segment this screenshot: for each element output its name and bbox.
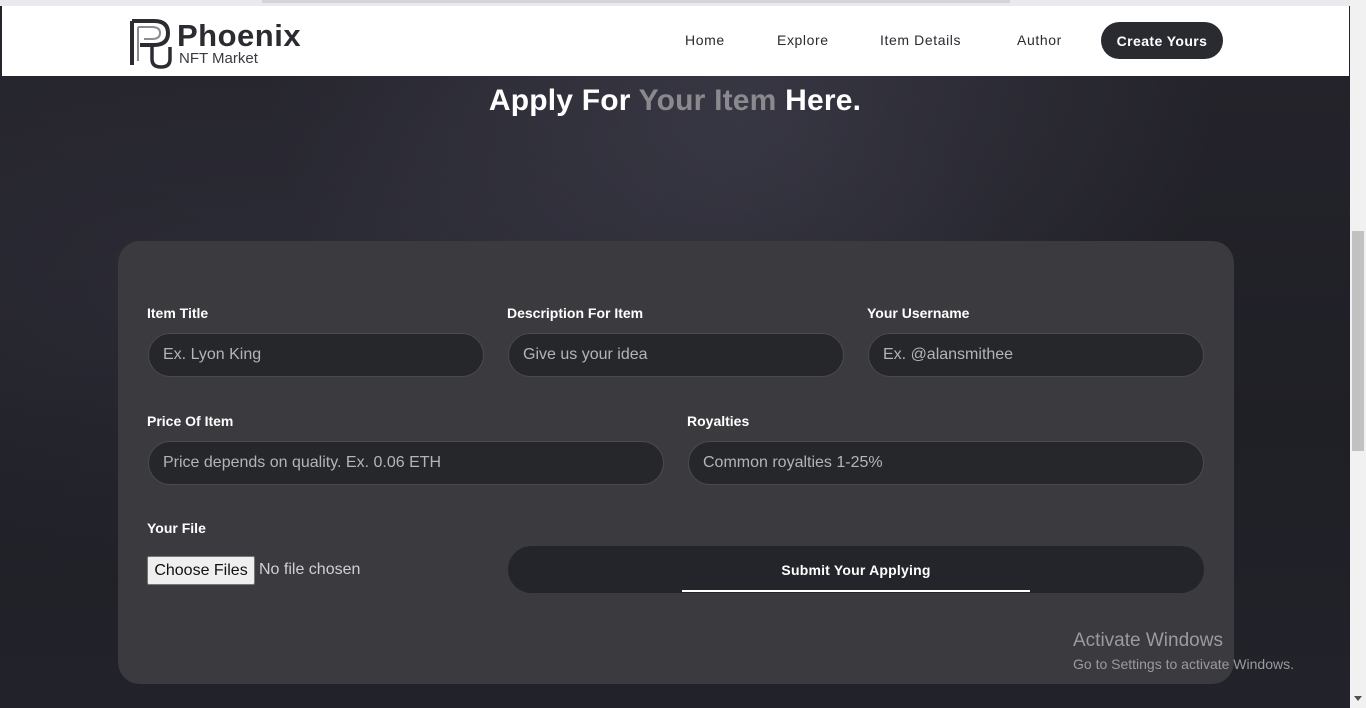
royalties-input[interactable] (688, 441, 1204, 485)
username-input[interactable] (868, 333, 1204, 377)
watermark-line-1: Activate Windows (1073, 630, 1223, 651)
logo-name: Phoenix (177, 18, 302, 53)
description-label: Description For Item (507, 305, 644, 321)
submit-underline (682, 590, 1030, 592)
item-title-input[interactable] (148, 333, 484, 377)
nav-item-details[interactable]: Item Details (880, 32, 961, 48)
nav-author[interactable]: Author (1017, 32, 1062, 48)
vertical-scrollbar[interactable] (1350, 0, 1366, 708)
title-accent: Your Item (638, 84, 777, 117)
file-status: No file chosen (259, 561, 361, 578)
nav-explore[interactable]: Explore (777, 32, 829, 48)
scroll-down-arrow-icon[interactable] (1354, 696, 1362, 701)
page-title: Apply For Your Item Here. (0, 84, 1350, 118)
username-label: Your Username (867, 305, 970, 321)
royalties-label: Royalties (687, 413, 750, 429)
file-label: Your File (147, 520, 206, 536)
site-header: Phoenix NFT Market Home Explore Item Det… (2, 6, 1349, 76)
scrollbar-thumb[interactable] (1352, 231, 1364, 451)
submit-button[interactable]: Submit Your Applying (508, 546, 1204, 593)
price-input[interactable] (148, 441, 664, 485)
choose-files-button[interactable]: Choose Files (147, 556, 255, 585)
apply-form-card: Item Title Description For Item Your Use… (118, 241, 1234, 684)
description-input[interactable] (508, 333, 844, 377)
logo-subtitle: NFT Market (179, 50, 258, 67)
price-label: Price Of Item (147, 413, 234, 429)
nav-home[interactable]: Home (685, 32, 725, 48)
phoenix-logo-icon (130, 19, 172, 69)
watermark-line-2: Go to Settings to activate Windows. (1073, 656, 1294, 672)
create-yours-button[interactable]: Create Yours (1101, 22, 1223, 59)
activate-windows-watermark: Activate Windows Go to Settings to activ… (1073, 630, 1294, 674)
title-part-2: Here. (776, 84, 862, 117)
submit-label: Submit Your Applying (781, 561, 931, 578)
title-part-1: Apply For (488, 84, 639, 117)
site-logo[interactable]: Phoenix NFT Market (128, 17, 302, 73)
browser-bar (262, 0, 1010, 3)
item-title-label: Item Title (147, 305, 209, 321)
